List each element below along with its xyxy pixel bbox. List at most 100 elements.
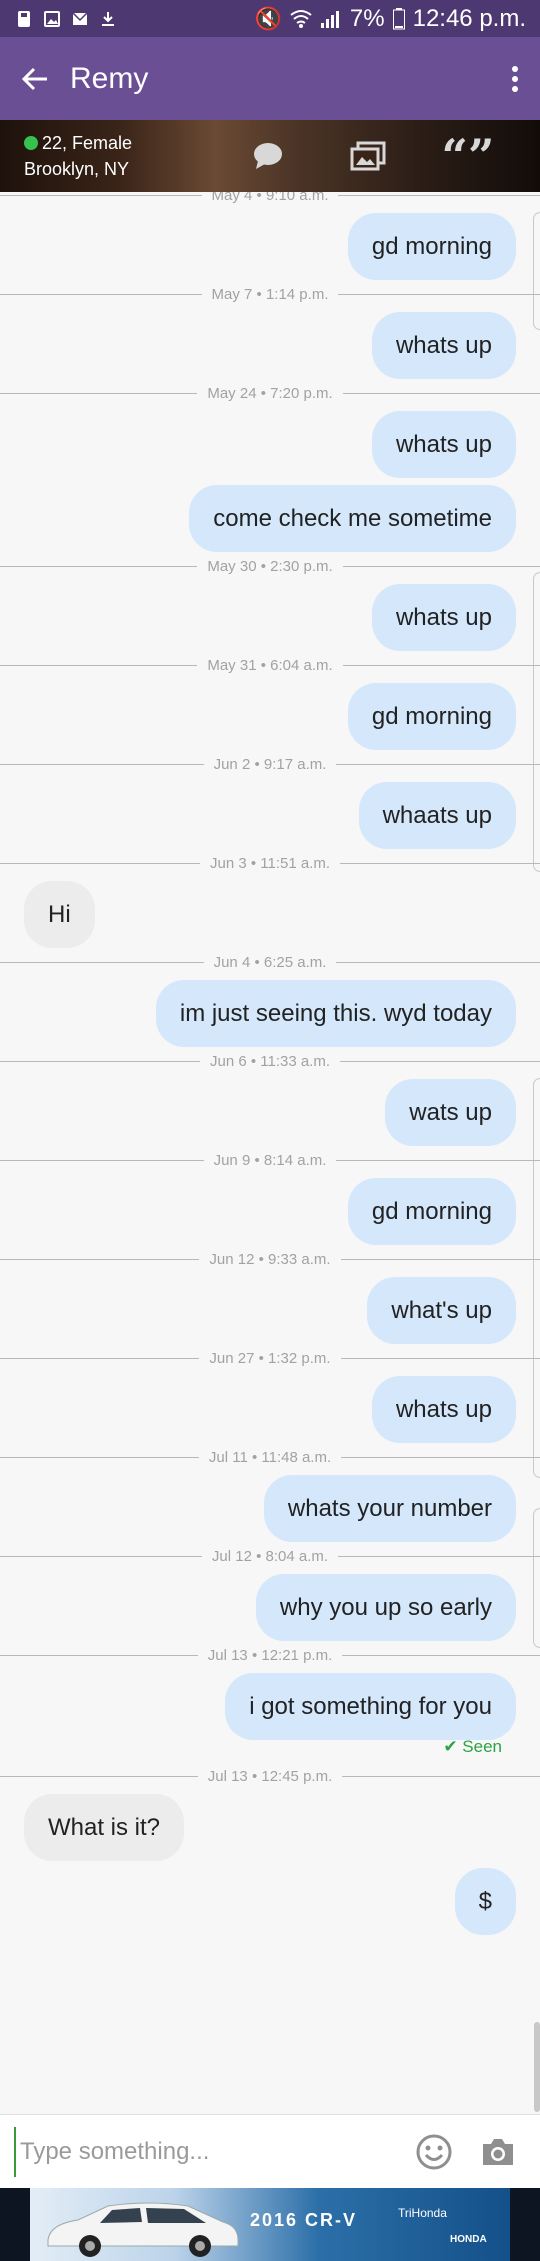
divider xyxy=(336,961,540,963)
mail-icon xyxy=(72,11,88,25)
outgoing-message[interactable]: whats up xyxy=(371,1376,516,1443)
scrollbar-thumb[interactable] xyxy=(534,2022,540,2112)
profile-age-gender: 22, Female xyxy=(42,133,133,153)
conversation-title: Remy xyxy=(70,61,149,95)
divider xyxy=(340,1258,540,1260)
back-button[interactable] xyxy=(0,37,70,120)
divider xyxy=(0,763,204,765)
date-separator: Jul 13 • 12:21 p.m. xyxy=(0,1645,540,1665)
wifi-icon xyxy=(290,9,312,28)
date-label: May 24 • 7:20 p.m. xyxy=(207,384,333,402)
divider xyxy=(0,664,198,666)
divider xyxy=(340,1357,540,1359)
divider xyxy=(0,1456,199,1458)
divider xyxy=(0,392,198,394)
outgoing-message[interactable]: im just seeing this. wyd today xyxy=(155,980,516,1047)
date-label: May 7 • 1:14 p.m. xyxy=(211,285,329,303)
date-separator: Jul 11 • 11:48 a.m. xyxy=(0,1447,540,1467)
incoming-message[interactable]: Hi xyxy=(24,881,95,948)
outgoing-message[interactable]: whats up xyxy=(371,584,516,651)
divider xyxy=(0,194,202,196)
date-separator: Jun 27 • 1:32 p.m. xyxy=(0,1348,540,1368)
notification-icons xyxy=(16,10,116,28)
message-list[interactable]: May 4 • 9:10 a.m. gd morning May 7 • 1:14 … xyxy=(0,192,540,2114)
date-label: Jul 13 • 12:45 p.m. xyxy=(207,1767,333,1785)
date-separator: May 7 • 1:14 p.m. xyxy=(0,284,540,304)
outgoing-message[interactable]: whats your number xyxy=(263,1475,516,1542)
date-separator: May 24 • 7:20 p.m. xyxy=(0,383,540,403)
battery-icon xyxy=(392,7,405,29)
camera-button[interactable] xyxy=(466,2115,530,2189)
outgoing-message[interactable]: whaats up xyxy=(358,782,516,849)
incoming-message[interactable]: What is it? xyxy=(24,1794,185,1861)
chat-icon xyxy=(254,143,282,169)
quote-icon: “” xyxy=(441,129,495,183)
date-label: Jun 4 • 6:25 a.m. xyxy=(213,953,327,971)
date-separator: May 4 • 9:10 a.m. xyxy=(0,192,540,205)
divider xyxy=(338,293,540,295)
outgoing-message[interactable]: what's up xyxy=(367,1277,516,1344)
divider xyxy=(342,565,540,567)
car-image xyxy=(47,2202,239,2257)
date-separator: Jun 6 • 11:33 a.m. xyxy=(0,1051,540,1071)
message-input[interactable] xyxy=(14,2126,402,2177)
outgoing-message[interactable]: wats up xyxy=(385,1079,516,1146)
date-label: May 30 • 2:30 p.m. xyxy=(207,557,333,575)
sim-icon xyxy=(18,10,30,27)
date-separator: Jun 4 • 6:25 a.m. xyxy=(0,952,540,972)
date-label: May 31 • 6:04 a.m. xyxy=(207,656,333,674)
ad-banner[interactable]: 2016 CR-V TriHonda HONDA xyxy=(0,2188,540,2261)
outgoing-message[interactable]: gd morning xyxy=(347,213,516,280)
outgoing-message[interactable]: why you up so early xyxy=(255,1574,516,1641)
emoji-button[interactable] xyxy=(402,2115,466,2189)
outgoing-message[interactable]: whats up xyxy=(371,312,516,379)
divider xyxy=(340,1060,540,1062)
outgoing-message[interactable]: $ xyxy=(454,1868,516,1935)
profile-strip[interactable]: 22, Female Brooklyn, NY “” xyxy=(0,120,540,192)
divider xyxy=(0,293,202,295)
date-label: Jun 6 • 11:33 a.m. xyxy=(209,1052,331,1070)
date-label: May 4 • 9:10 a.m. xyxy=(211,192,329,204)
status-bar: 🔇 7% 12:46 p.m. xyxy=(0,0,540,37)
system-status: 🔇 7% 12:46 p.m. xyxy=(255,5,527,33)
outgoing-message[interactable]: come check me sometime xyxy=(189,485,516,552)
date-separator: May 30 • 2:30 p.m. xyxy=(0,556,540,576)
date-label: Jul 11 • 11:48 a.m. xyxy=(208,1448,332,1466)
date-label: Jun 3 • 11:51 a.m. xyxy=(209,854,331,872)
divider xyxy=(340,862,540,864)
divider xyxy=(342,1775,540,1777)
divider xyxy=(0,1258,200,1260)
outgoing-message[interactable]: gd morning xyxy=(347,1178,516,1245)
date-separator: Jun 12 • 9:33 a.m. xyxy=(0,1249,540,1269)
outgoing-message[interactable]: whats up xyxy=(371,411,516,478)
date-label: Jun 12 • 9:33 a.m. xyxy=(209,1250,331,1268)
outgoing-message[interactable]: i got something for you xyxy=(225,1673,516,1740)
mute-icon: 🔇 xyxy=(254,5,282,31)
date-label: Jul 13 • 12:21 p.m. xyxy=(207,1646,333,1664)
profile-location: Brooklyn, NY xyxy=(24,159,130,179)
divider xyxy=(0,1775,198,1777)
date-separator: May 31 • 6:04 a.m. xyxy=(0,655,540,675)
divider xyxy=(342,664,540,666)
ad-dealer: TriHonda xyxy=(398,2206,447,2220)
profile-age-gender-row: 22, Female xyxy=(24,130,200,156)
date-separator: Jun 9 • 8:14 a.m. xyxy=(0,1150,540,1170)
divider xyxy=(0,961,204,963)
profile-actions: “” xyxy=(248,133,495,179)
date-label: Jun 2 • 9:17 a.m. xyxy=(213,755,327,773)
divider xyxy=(0,1555,202,1557)
divider xyxy=(0,862,200,864)
chat-button[interactable] xyxy=(248,136,288,176)
edge-handle xyxy=(533,212,540,330)
outgoing-message[interactable]: gd morning xyxy=(347,683,516,750)
divider xyxy=(0,1159,204,1161)
divider xyxy=(338,1555,540,1557)
date-separator: Jul 12 • 8:04 a.m. xyxy=(0,1546,540,1566)
divider xyxy=(0,1060,200,1062)
divider xyxy=(342,392,540,394)
gallery-button[interactable] xyxy=(348,136,388,176)
date-separator: Jul 13 • 12:45 p.m. xyxy=(0,1766,540,1786)
more-options-button[interactable] xyxy=(490,37,540,120)
quote-button[interactable]: “” xyxy=(442,133,495,179)
more-vert-icon xyxy=(512,65,518,92)
